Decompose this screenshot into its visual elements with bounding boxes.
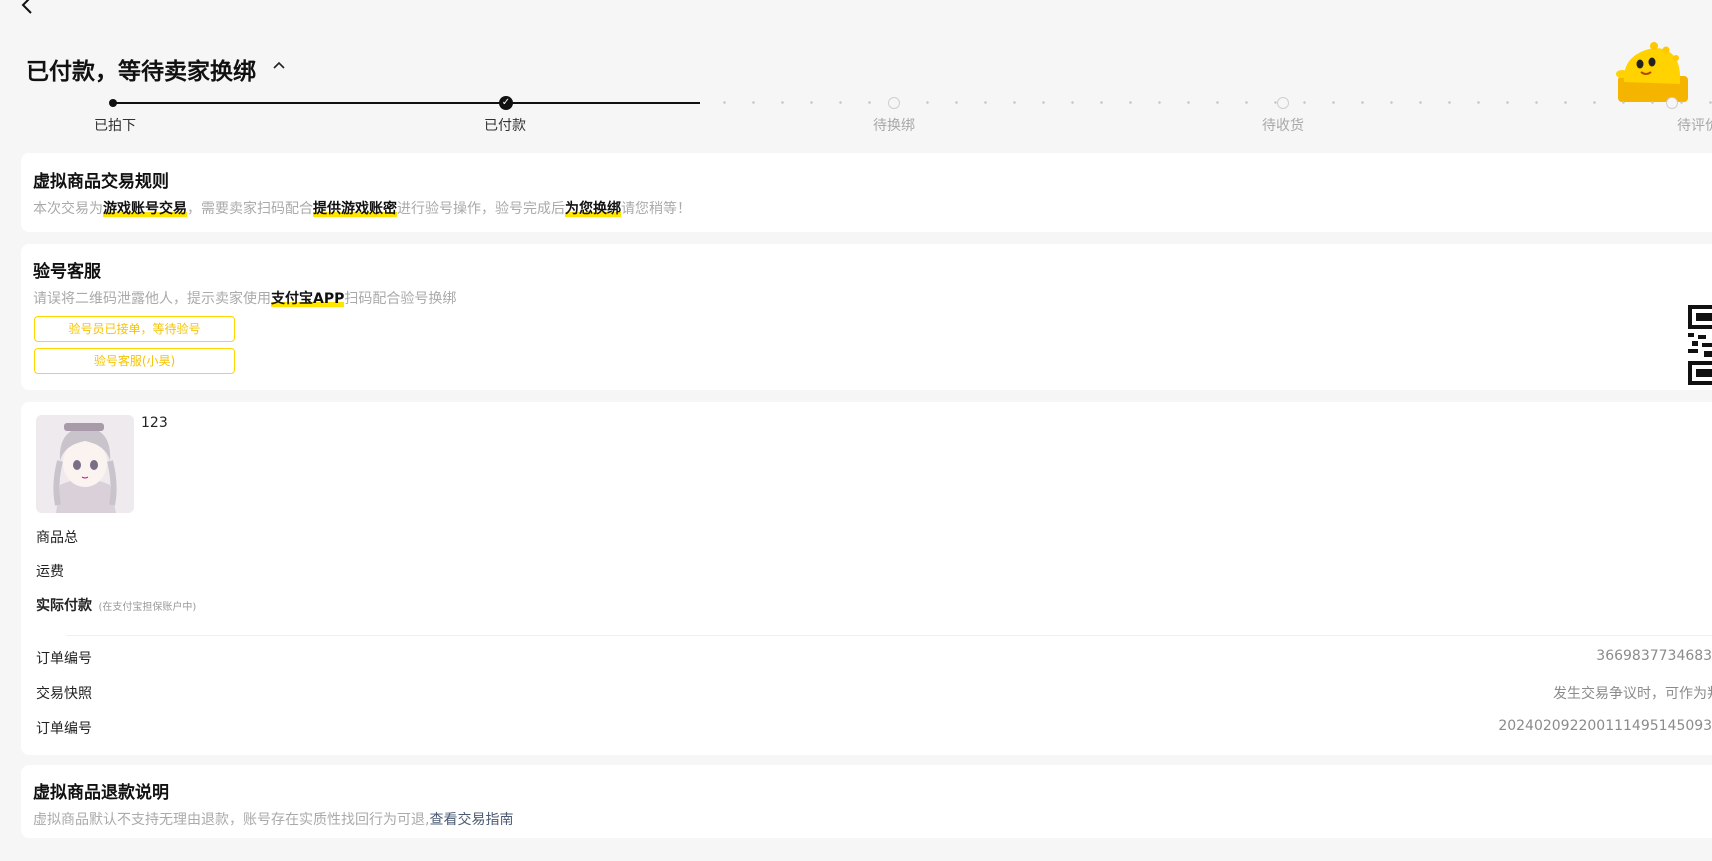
refund-description: 虚拟商品默认不支持无理由退款，账号存在实质性找回行为可退,查看交易指南 bbox=[33, 809, 513, 829]
rules-text-4: 请您稍等！ bbox=[621, 201, 691, 217]
service-card: 验号客服 请误将二维码泄露他人，提示卖家使用支付宝APP扫码配合验号换绑 验号员… bbox=[21, 244, 1712, 390]
rules-highlight-1: 游戏账号交易 bbox=[103, 201, 187, 217]
snapshot-label: 交易快照 bbox=[36, 686, 92, 702]
step-line-done bbox=[113, 102, 700, 104]
check-icon: ✓ bbox=[499, 96, 513, 110]
paid-note: (在支付宝担保账户中) bbox=[98, 602, 197, 613]
rules-card: 虚拟商品交易规则 本次交易为游戏账号交易，需要卖家扫码配合提供游戏账密进行验号操… bbox=[21, 153, 1712, 232]
inspector-status-button[interactable]: 验号员已接单，等待验号 bbox=[34, 316, 235, 342]
trade-guide-link[interactable]: 查看交易指南 bbox=[429, 812, 513, 828]
page-title: 已付款，等待卖家换绑 bbox=[26, 59, 256, 85]
mascot-icon bbox=[1616, 42, 1688, 102]
step-label-4: 待收货 bbox=[1262, 118, 1304, 134]
service-text-1: 请误将二维码泄露他人，提示卖家使用 bbox=[33, 291, 271, 307]
inspector-service-button[interactable]: 验号客服(小昊) bbox=[34, 348, 235, 374]
order-card: 123 商品总 运费 实际付款 (在支付宝担保账户中) 订单编号 3669837… bbox=[21, 402, 1712, 755]
step-dot-3 bbox=[888, 97, 900, 109]
refund-title: 虚拟商品退款说明 bbox=[33, 783, 169, 803]
rules-text-1: 本次交易为 bbox=[33, 201, 103, 217]
service-title: 验号客服 bbox=[33, 262, 101, 282]
step-dot-1 bbox=[109, 99, 117, 107]
step-line-todo bbox=[710, 101, 1712, 104]
rules-text-2: ，需要卖家扫码配合 bbox=[187, 201, 313, 217]
rules-title: 虚拟商品交易规则 bbox=[33, 172, 169, 192]
shipping-label: 运费 bbox=[36, 564, 64, 580]
step-dot-4 bbox=[1277, 97, 1289, 109]
rules-description: 本次交易为游戏账号交易，需要卖家扫码配合提供游戏账密进行验号操作，验号完成后为您… bbox=[33, 198, 691, 218]
product-name: 123 bbox=[141, 415, 168, 431]
order-divider bbox=[66, 635, 1712, 636]
goods-total-label: 商品总 bbox=[36, 530, 78, 546]
step-dot-5 bbox=[1666, 97, 1678, 109]
product-image[interactable] bbox=[36, 415, 134, 513]
trade-number-value[interactable]: 2024020922001114951450930 bbox=[1498, 718, 1712, 734]
service-text-2: 扫码配合验号换绑 bbox=[344, 291, 457, 307]
refund-card: 虚拟商品退款说明 虚拟商品默认不支持无理由退款，账号存在实质性找回行为可退,查看… bbox=[21, 765, 1712, 838]
qr-code-icon bbox=[1688, 305, 1712, 385]
rules-text-3: 进行验号操作，验号完成后 bbox=[397, 201, 565, 217]
service-highlight: 支付宝APP bbox=[271, 291, 345, 307]
step-label-3: 待换绑 bbox=[873, 118, 915, 134]
step-label-1: 已拍下 bbox=[94, 118, 136, 134]
service-description: 请误将二维码泄露他人，提示卖家使用支付宝APP扫码配合验号换绑 bbox=[33, 288, 456, 308]
refund-text: 虚拟商品默认不支持无理由退款，账号存在实质性找回行为可退, bbox=[33, 812, 430, 828]
trade-number-label: 订单编号 bbox=[36, 721, 92, 737]
back-arrow-icon[interactable] bbox=[18, 0, 38, 18]
snapshot-value[interactable]: 发生交易争议时，可作为判 bbox=[1553, 683, 1712, 703]
step-label-5: 待评价 bbox=[1677, 118, 1712, 134]
rules-highlight-2: 提供游戏账密 bbox=[313, 201, 397, 217]
step-label-2: 已付款 bbox=[484, 118, 526, 134]
order-number-label: 订单编号 bbox=[36, 651, 92, 667]
chevron-up-icon[interactable] bbox=[272, 58, 286, 72]
paid-amount-label: 实际付款 (在支付宝担保账户中) bbox=[36, 595, 196, 615]
order-number-value[interactable]: 36698377346836 bbox=[1596, 648, 1712, 664]
rules-highlight-3: 为您换绑 bbox=[565, 201, 621, 217]
paid-label: 实际付款 bbox=[36, 598, 92, 614]
